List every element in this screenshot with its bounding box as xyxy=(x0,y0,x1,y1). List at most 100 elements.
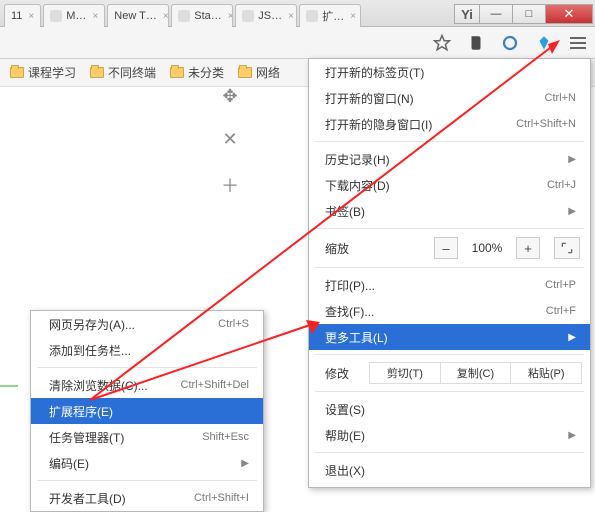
browser-logo: Yi xyxy=(454,4,480,24)
submenu-item-extensions[interactable]: 扩展程序(E) xyxy=(31,398,263,424)
bookmark-folder[interactable]: 网络 xyxy=(238,64,280,81)
browser-tab[interactable]: M… × xyxy=(43,4,105,27)
menu-label: 下载内容(D) xyxy=(325,177,390,194)
menu-label: 任务管理器(T) xyxy=(49,429,124,446)
cut-button[interactable]: 剪切(T) xyxy=(369,362,441,384)
menu-label: 编码(E) xyxy=(49,455,89,472)
menu-item-history[interactable]: 历史记录(H) ▶ xyxy=(309,146,590,172)
menu-label: 清除浏览数据(C)... xyxy=(49,377,148,394)
menu-label: 开发者工具(D) xyxy=(49,490,126,507)
menu-label: 历史记录(H) xyxy=(325,151,390,168)
menu-label: 打开新的标签页(T) xyxy=(325,64,424,81)
bookmark-label: 课程学习 xyxy=(28,64,76,81)
bookmark-label: 未分类 xyxy=(188,64,224,81)
chevron-right-icon: ▶ xyxy=(568,206,576,217)
menu-button[interactable] xyxy=(569,34,587,52)
close-icon[interactable]: × xyxy=(288,11,294,22)
menu-shortcut: Ctrl+Shift+I xyxy=(194,492,249,504)
menu-item-print[interactable]: 打印(P)...Ctrl+P xyxy=(309,272,590,298)
close-button[interactable]: ✕ xyxy=(545,4,593,24)
menu-item-downloads[interactable]: 下载内容(D) Ctrl+J xyxy=(309,172,590,198)
close-icon[interactable]: ✕ xyxy=(222,129,237,150)
menu-item-help[interactable]: 帮助(E)▶ xyxy=(309,422,590,448)
favicon xyxy=(242,10,254,22)
folder-icon xyxy=(10,67,24,78)
close-icon[interactable]: × xyxy=(228,11,233,22)
tab-label: Sta… xyxy=(194,10,222,22)
browser-tab[interactable]: New T…× xyxy=(107,4,169,27)
submenu-item-add-to-taskbar[interactable]: 添加到任务栏... xyxy=(31,337,263,363)
submenu-item-save-as[interactable]: 网页另存为(A)... Ctrl+S xyxy=(31,311,263,337)
bookmark-label: 不同终端 xyxy=(108,64,156,81)
plus-icon[interactable]: ＋ xyxy=(221,172,239,198)
menu-separator xyxy=(315,267,584,268)
edit-label: 修改 xyxy=(325,365,369,382)
evernote-icon[interactable] xyxy=(467,34,485,52)
menu-item-incognito[interactable]: 打开新的隐身窗口(I)Ctrl+Shift+N xyxy=(309,111,590,137)
menu-label: 网页另存为(A)... xyxy=(49,316,135,333)
menu-separator xyxy=(315,354,584,355)
fullscreen-button[interactable] xyxy=(554,237,580,259)
minimize-button[interactable]: — xyxy=(479,4,513,24)
menu-item-new-window[interactable]: 打开新的窗口(N)Ctrl+N xyxy=(309,85,590,111)
submenu-item-task-manager[interactable]: 任务管理器(T) Shift+Esc xyxy=(31,424,263,450)
menu-shortcut: Ctrl+P xyxy=(545,279,576,291)
folder-icon xyxy=(238,67,252,78)
copy-button[interactable]: 复制(C) xyxy=(440,362,512,384)
menu-item-bookmarks[interactable]: 书签(B)▶ xyxy=(309,198,590,224)
menu-shortcut: Ctrl+S xyxy=(218,318,249,330)
bookmark-label: 网络 xyxy=(256,64,280,81)
submenu-item-clear-data[interactable]: 清除浏览数据(C)...Ctrl+Shift+Del xyxy=(31,372,263,398)
tab-label: M… xyxy=(66,10,86,22)
close-icon[interactable]: × xyxy=(163,11,169,22)
submenu-item-devtools[interactable]: 开发者工具(D) Ctrl+Shift+I xyxy=(31,485,263,511)
chevron-right-icon: ▶ xyxy=(568,154,576,165)
menu-item-settings[interactable]: 设置(S) xyxy=(309,396,590,422)
menu-item-edit: 修改 剪切(T) 复制(C) 粘贴(P) xyxy=(309,359,590,387)
menu-item-exit[interactable]: 退出(X) xyxy=(309,457,590,483)
zoom-label: 缩放 xyxy=(325,240,365,257)
menu-item-more-tools[interactable]: 更多工具(L) ▶ xyxy=(309,324,590,350)
browser-tab[interactable]: Sta… × xyxy=(171,4,233,27)
favicon xyxy=(306,10,318,22)
maximize-button[interactable]: □ xyxy=(512,4,546,24)
extension-icon[interactable] xyxy=(535,34,553,52)
menu-separator xyxy=(315,452,584,453)
zoom-value: 100% xyxy=(466,241,508,255)
favicon xyxy=(178,10,190,22)
chrome-main-menu: 打开新的标签页(T) 打开新的窗口(N)Ctrl+N 打开新的隐身窗口(I)Ct… xyxy=(308,58,591,488)
browser-tab[interactable]: 扩…× xyxy=(299,4,361,27)
browser-tab[interactable]: JS…× xyxy=(235,4,297,27)
extension-icon[interactable] xyxy=(501,34,519,52)
folder-icon xyxy=(90,67,104,78)
close-icon[interactable]: × xyxy=(28,11,34,22)
menu-separator xyxy=(37,480,257,481)
menu-shortcut: Shift+Esc xyxy=(202,431,249,443)
menu-label: 帮助(E) xyxy=(325,427,365,444)
close-icon[interactable]: × xyxy=(350,11,356,22)
chevron-right-icon: ▶ xyxy=(241,458,249,469)
bookmark-folder[interactable]: 未分类 xyxy=(170,64,224,81)
window-titlebar: 11× M… × New T…× Sta… × JS…× 扩…× Yi — □ ✕ xyxy=(0,0,595,27)
menu-label: 设置(S) xyxy=(325,401,365,418)
zoom-in-button[interactable]: + xyxy=(516,237,540,259)
hamburger-icon xyxy=(570,37,586,49)
menu-item-new-tab[interactable]: 打开新的标签页(T) xyxy=(309,59,590,85)
menu-item-zoom: 缩放 – 100% + xyxy=(309,233,590,263)
chevron-right-icon: ▶ xyxy=(568,332,576,343)
menu-shortcut: Ctrl+J xyxy=(547,179,576,191)
zoom-out-button[interactable]: – xyxy=(434,237,458,259)
bookmark-folder[interactable]: 课程学习 xyxy=(10,64,76,81)
menu-separator xyxy=(315,141,584,142)
move-icon[interactable]: ✥ xyxy=(222,86,237,107)
paste-button[interactable]: 粘贴(P) xyxy=(510,362,582,384)
submenu-item-encoding[interactable]: 编码(E) ▶ xyxy=(31,450,263,476)
page-controls: ✥ ✕ ＋ xyxy=(210,86,250,198)
menu-item-find[interactable]: 查找(F)...Ctrl+F xyxy=(309,298,590,324)
bookmark-folder[interactable]: 不同终端 xyxy=(90,64,156,81)
menu-label: 更多工具(L) xyxy=(325,329,388,346)
star-icon[interactable] xyxy=(433,34,451,52)
window-controls: Yi — □ ✕ xyxy=(448,0,595,26)
close-icon[interactable]: × xyxy=(92,11,98,22)
browser-tab[interactable]: 11× xyxy=(4,4,41,27)
